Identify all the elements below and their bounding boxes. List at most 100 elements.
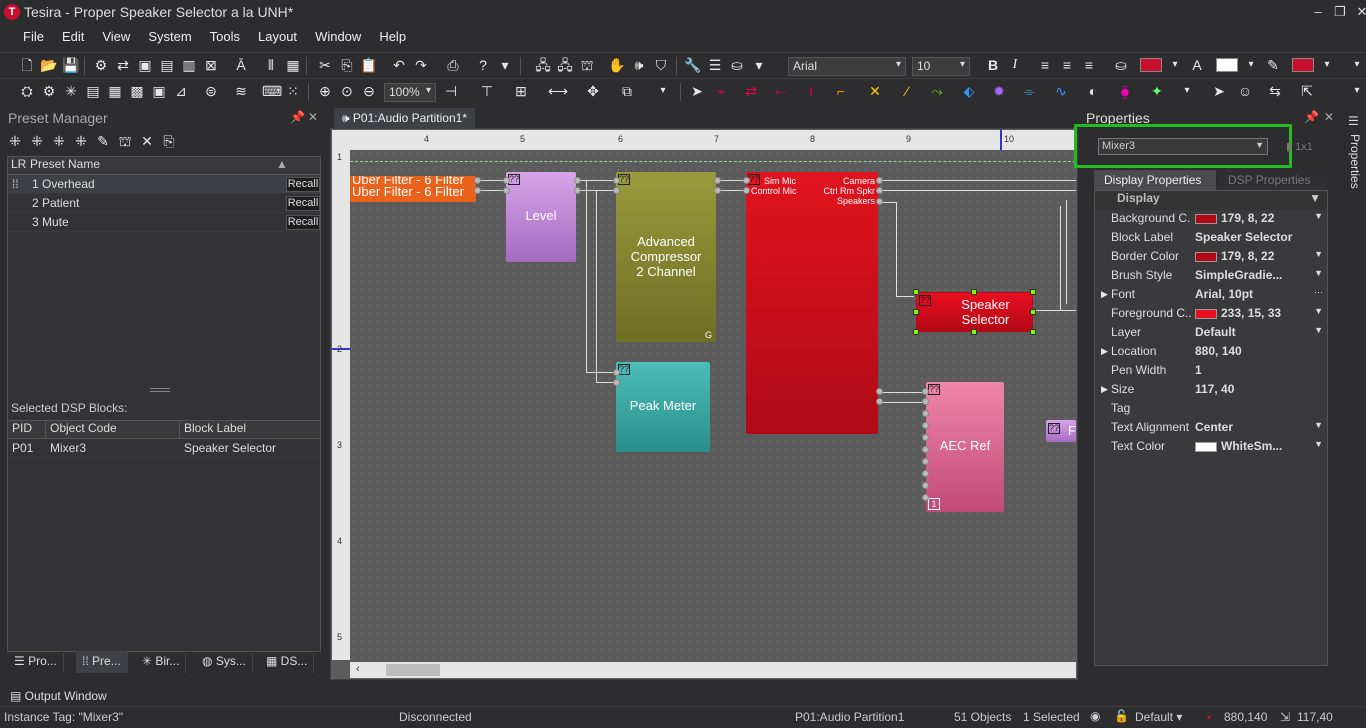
align-top-icon[interactable]: ⊤ bbox=[478, 82, 496, 100]
property-value[interactable]: SimpleGradie... ▼ bbox=[1191, 268, 1327, 286]
partial-block[interactable]: ?? F bbox=[1046, 420, 1076, 442]
pin-icon[interactable]: 📌 bbox=[1304, 110, 1319, 124]
toolbar-overflow-icon[interactable]: ▾ bbox=[1348, 56, 1366, 74]
eye-icon[interactable]: ◉ bbox=[1090, 709, 1100, 723]
output-port[interactable] bbox=[714, 177, 721, 184]
input-port[interactable] bbox=[922, 388, 929, 395]
wire[interactable] bbox=[1060, 206, 1061, 310]
property-row[interactable]: Layer Default ▼ bbox=[1095, 325, 1327, 344]
slash-icon[interactable]: ⁄ bbox=[898, 82, 916, 100]
pointer-icon[interactable]: ➤ bbox=[688, 82, 706, 100]
property-row[interactable]: Pen Width 1 bbox=[1095, 363, 1327, 382]
font-size-select[interactable]: 10 ▾ bbox=[912, 57, 970, 76]
property-row[interactable]: Text Color WhiteSm... ▼ bbox=[1095, 439, 1327, 458]
toolbar-overflow-icon[interactable]: ▾ bbox=[1348, 82, 1366, 100]
wire-tool-icon[interactable]: ⌁ bbox=[712, 82, 730, 100]
selection-handle[interactable] bbox=[913, 309, 919, 315]
output-port[interactable] bbox=[574, 187, 581, 194]
snowflake-icon[interactable]: ✳ bbox=[62, 82, 80, 100]
wire[interactable] bbox=[1066, 200, 1067, 304]
open-folder-icon[interactable]: 📂 bbox=[40, 56, 58, 74]
selection-handle[interactable] bbox=[913, 329, 919, 335]
tab-dsp-properties[interactable]: DSP Properties bbox=[1218, 170, 1328, 190]
property-value[interactable]: 1 bbox=[1191, 363, 1327, 381]
splitter-icon[interactable]: ⤚ bbox=[772, 82, 790, 100]
input-port[interactable] bbox=[922, 398, 929, 405]
side-tab-properties[interactable]: ☰ Properties bbox=[1344, 110, 1366, 190]
grid-icon[interactable]: ▦ bbox=[284, 56, 302, 74]
zoom-select[interactable]: 100% ▾ bbox=[384, 83, 436, 102]
output-port[interactable] bbox=[876, 398, 883, 405]
ellipsis-icon[interactable]: ⋯ bbox=[1314, 287, 1323, 298]
output-port[interactable] bbox=[474, 187, 481, 194]
property-row[interactable]: ▶ Size 117, 40 bbox=[1095, 382, 1327, 401]
frame-icon[interactable]: ▣ bbox=[150, 82, 168, 100]
hand-icon[interactable]: ✋ bbox=[608, 56, 626, 74]
output-port[interactable] bbox=[574, 177, 581, 184]
chevron-down-icon[interactable]: ▼ bbox=[1314, 325, 1323, 335]
person-icon[interactable]: ⛀ bbox=[728, 56, 746, 74]
font-name-select[interactable]: Arial ▾ bbox=[788, 57, 906, 76]
scroll-left-icon[interactable]: ‹ bbox=[356, 663, 360, 675]
selection-handle[interactable] bbox=[1030, 309, 1036, 315]
gear-purple-icon[interactable]: ✹ bbox=[990, 82, 1008, 100]
redo-icon[interactable]: ↷ bbox=[412, 56, 430, 74]
property-value[interactable]: WhiteSm... ▼ bbox=[1191, 439, 1327, 457]
chevron-down-icon[interactable]: ▼ bbox=[1314, 439, 1323, 449]
device-icon[interactable]: ▤ bbox=[158, 56, 176, 74]
preset-row[interactable]: 3 Mute Recall bbox=[8, 213, 320, 232]
input-port[interactable] bbox=[922, 434, 929, 441]
menu-file[interactable]: File bbox=[14, 26, 53, 48]
chevron-down-icon[interactable]: ▾ bbox=[1178, 82, 1196, 100]
lock-icon[interactable]: 🔓 bbox=[1114, 709, 1129, 723]
new-file-icon[interactable]: 🗋 bbox=[18, 56, 36, 74]
wave-icon[interactable]: ≀ bbox=[802, 82, 820, 100]
fill-color-icon[interactable]: ⛀ bbox=[1112, 56, 1130, 74]
audio-icon[interactable]: 🕪 bbox=[630, 56, 648, 74]
tab-preset[interactable]: ⁞⁞ Pre... bbox=[76, 651, 128, 673]
input-port[interactable] bbox=[503, 187, 510, 194]
column-pid[interactable]: PID bbox=[8, 421, 46, 438]
output-window-tab[interactable]: ▤ Output Window bbox=[10, 689, 107, 703]
property-value[interactable]: 880, 140 bbox=[1191, 344, 1327, 362]
column-object-code[interactable]: Object Code bbox=[46, 421, 180, 438]
input-port[interactable] bbox=[922, 458, 929, 465]
keyboard-icon[interactable]: ⌨ bbox=[262, 82, 282, 100]
cycle-icon[interactable]: ⊜ bbox=[202, 82, 220, 100]
speaker-selector-block[interactable]: ?? Speaker Selector bbox=[916, 292, 1033, 332]
wire[interactable] bbox=[586, 180, 587, 372]
input-port[interactable] bbox=[922, 482, 929, 489]
wire[interactable] bbox=[880, 392, 924, 393]
select-arrow-icon[interactable]: ➤ bbox=[1210, 82, 1228, 100]
align-left-icon[interactable]: ≡ bbox=[1036, 56, 1054, 74]
compressor-block[interactable]: ?? Advanced Compressor 2 Channel G bbox=[616, 172, 716, 342]
network-2-icon[interactable]: 🖧 bbox=[556, 56, 574, 74]
object-select[interactable]: Mixer3 ▼ bbox=[1098, 138, 1268, 155]
selection-handle[interactable] bbox=[971, 329, 977, 335]
scrollbar-thumb[interactable] bbox=[386, 664, 440, 676]
curve-icon[interactable]: ∿ bbox=[1052, 82, 1070, 100]
tab-dsp[interactable]: ▦ DS... bbox=[260, 651, 315, 673]
align-left-edges-icon[interactable]: ⊣ bbox=[442, 82, 460, 100]
send-config-icon[interactable]: ▣ bbox=[136, 56, 154, 74]
input-port[interactable] bbox=[922, 446, 929, 453]
expand-icon[interactable]: ▶ bbox=[1101, 346, 1108, 357]
minimize-button[interactable]: – bbox=[1306, 2, 1330, 22]
tab-audio-partition[interactable]: 🕪 P01:Audio Partition1* bbox=[334, 108, 475, 128]
bold-icon[interactable]: B bbox=[984, 56, 1002, 74]
move-up-icon[interactable]: ⁜ bbox=[50, 132, 68, 150]
chevron-down-icon[interactable]: ▾ bbox=[1318, 56, 1336, 74]
expand-icon[interactable]: ▶ bbox=[1101, 384, 1108, 395]
wire[interactable] bbox=[578, 190, 618, 191]
menu-help[interactable]: Help bbox=[370, 26, 415, 48]
table-icon[interactable]: ▤ bbox=[84, 82, 102, 100]
dots-grid-icon[interactable]: ⁙ bbox=[284, 82, 302, 100]
blocks-icon[interactable]: ▩ bbox=[128, 82, 146, 100]
selection-handle[interactable] bbox=[1030, 329, 1036, 335]
paste-icon[interactable]: 📋 bbox=[360, 56, 378, 74]
selection-handle[interactable] bbox=[971, 289, 977, 295]
distribute-icon[interactable]: ⟷ bbox=[548, 82, 568, 100]
menu-edit[interactable]: Edit bbox=[53, 26, 93, 48]
wire[interactable] bbox=[1036, 310, 1076, 311]
wire[interactable] bbox=[578, 180, 618, 181]
